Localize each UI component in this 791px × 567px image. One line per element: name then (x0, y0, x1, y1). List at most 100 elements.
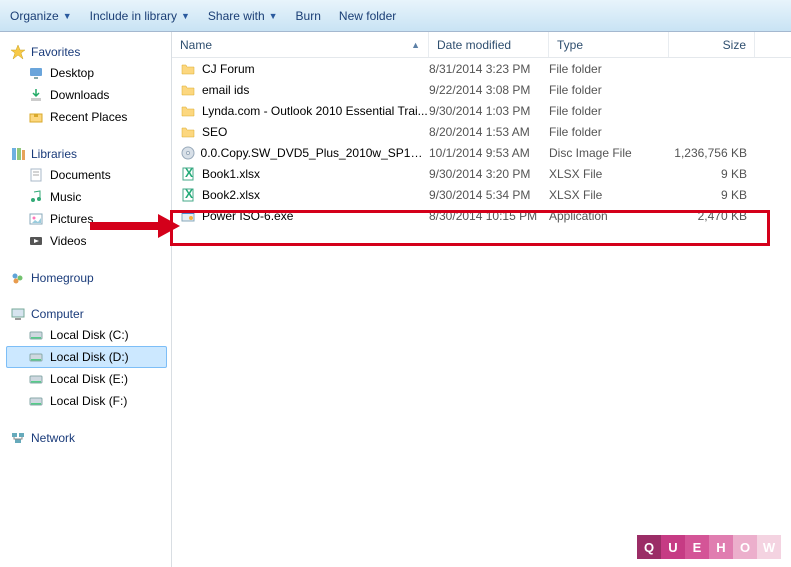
file-type: Application (549, 209, 669, 223)
sidebar-item-recent-places[interactable]: Recent Places (6, 106, 167, 128)
col-label: Name (180, 38, 212, 52)
new-folder-button[interactable]: New folder (339, 9, 396, 23)
file-row[interactable]: XBook2.xlsx9/30/2014 5:34 PMXLSX File9 K… (172, 184, 791, 205)
homegroup-header[interactable]: Homegroup (6, 268, 167, 288)
file-name: Book1.xlsx (202, 167, 260, 181)
file-name: CJ Forum (202, 62, 255, 76)
wm-letter: U (661, 535, 685, 559)
file-list-pane: Name▲ Date modified Type Size CJ Forum8/… (172, 32, 791, 567)
favorites-label: Favorites (31, 45, 80, 59)
sidebar-item-downloads[interactable]: Downloads (6, 84, 167, 106)
svg-text:X: X (185, 187, 193, 201)
file-type: File folder (549, 62, 669, 76)
file-row[interactable]: 0.0.Copy.SW_DVD5_Plus_2010w_SP1_W32...10… (172, 142, 791, 163)
item-label: Documents (50, 166, 111, 184)
desktop-icon (28, 65, 44, 81)
file-row[interactable]: email ids9/22/2014 3:08 PMFile folder (172, 79, 791, 100)
drive-icon (28, 327, 44, 343)
iso-icon (180, 145, 195, 161)
wm-letter: O (733, 535, 757, 559)
computer-header[interactable]: Computer (6, 304, 167, 324)
svg-text:X: X (185, 166, 193, 180)
file-date: 10/1/2014 9:53 AM (429, 146, 549, 160)
organize-label: Organize (10, 9, 59, 23)
column-date[interactable]: Date modified (429, 32, 549, 57)
organize-button[interactable]: Organize▼ (10, 9, 72, 23)
network-icon (10, 430, 26, 446)
share-label: Share with (208, 9, 265, 23)
column-headers: Name▲ Date modified Type Size (172, 32, 791, 58)
sidebar-item-disk-d[interactable]: Local Disk (D:) (6, 346, 167, 368)
libraries-icon (10, 146, 26, 162)
file-date: 8/30/2014 10:15 PM (429, 209, 549, 223)
network-header[interactable]: Network (6, 428, 167, 448)
computer-label: Computer (31, 307, 84, 321)
file-row[interactable]: Lynda.com - Outlook 2010 Essential Trai.… (172, 100, 791, 121)
column-name[interactable]: Name▲ (172, 32, 429, 57)
sidebar-item-disk-f[interactable]: Local Disk (F:) (6, 390, 167, 412)
col-label: Type (557, 38, 583, 52)
item-label: Pictures (50, 210, 93, 228)
burn-label: Burn (296, 9, 321, 23)
file-date: 9/30/2014 1:03 PM (429, 104, 549, 118)
item-label: Desktop (50, 64, 94, 82)
item-label: Downloads (50, 86, 109, 104)
file-size: 9 KB (669, 167, 755, 181)
xlsx-icon: X (180, 166, 196, 182)
file-name: SEO (202, 125, 227, 139)
item-label: Local Disk (F:) (50, 392, 127, 410)
column-size[interactable]: Size (669, 32, 755, 57)
computer-icon (10, 306, 26, 322)
burn-button[interactable]: Burn (296, 9, 321, 23)
file-row[interactable]: XBook1.xlsx9/30/2014 3:20 PMXLSX File9 K… (172, 163, 791, 184)
sidebar-item-documents[interactable]: Documents (6, 164, 167, 186)
wm-letter: H (709, 535, 733, 559)
downloads-icon (28, 87, 44, 103)
sidebar-item-disk-c[interactable]: Local Disk (C:) (6, 324, 167, 346)
watermark: Q U E H O W (637, 535, 781, 559)
include-in-library-button[interactable]: Include in library▼ (90, 9, 190, 23)
chevron-down-icon: ▼ (269, 11, 278, 21)
share-with-button[interactable]: Share with ▼ (208, 9, 278, 23)
file-type: Disc Image File (549, 146, 669, 160)
item-label: Music (50, 188, 81, 206)
wm-letter: E (685, 535, 709, 559)
item-label: Local Disk (D:) (50, 348, 129, 366)
sidebar-item-desktop[interactable]: Desktop (6, 62, 167, 84)
sidebar-item-pictures[interactable]: Pictures (6, 208, 167, 230)
wm-letter: Q (637, 535, 661, 559)
file-name: 0.0.Copy.SW_DVD5_Plus_2010w_SP1_W32... (201, 146, 429, 160)
file-date: 8/20/2014 1:53 AM (429, 125, 549, 139)
favorites-header[interactable]: Favorites (6, 42, 167, 62)
column-type[interactable]: Type (549, 32, 669, 57)
videos-icon (28, 233, 44, 249)
toolbar: Organize▼ Include in library▼ Share with… (0, 0, 791, 32)
sidebar-item-music[interactable]: Music (6, 186, 167, 208)
sidebar-item-disk-e[interactable]: Local Disk (E:) (6, 368, 167, 390)
file-row[interactable]: Power ISO-6.exe 8/30/2014 10:15 PMApplica… (172, 205, 791, 226)
file-row[interactable]: SEO 8/20/2014 1:53 AMFile folder (172, 121, 791, 142)
wm-letter: W (757, 535, 781, 559)
sidebar-item-videos[interactable]: Videos (6, 230, 167, 252)
file-date: 9/22/2014 3:08 PM (429, 83, 549, 97)
file-type: File folder (549, 83, 669, 97)
file-name: Lynda.com - Outlook 2010 Essential Trai.… (202, 104, 428, 118)
file-row[interactable]: CJ Forum8/31/2014 3:23 PMFile folder (172, 58, 791, 79)
drive-icon (28, 393, 44, 409)
col-label: Date modified (437, 38, 511, 52)
nav-sidebar: Favorites Desktop Downloads Recent Place… (0, 32, 172, 567)
include-label: Include in library (90, 9, 177, 23)
folder-icon (180, 61, 196, 77)
file-type: File folder (549, 125, 669, 139)
newfolder-label: New folder (339, 9, 396, 23)
libraries-header[interactable]: Libraries (6, 144, 167, 164)
item-label: Recent Places (50, 108, 127, 126)
file-size: 9 KB (669, 188, 755, 202)
drive-icon (28, 349, 44, 365)
file-name: Power ISO-6.exe (202, 209, 293, 223)
file-size: 2,470 KB (669, 209, 755, 223)
recent-icon (28, 109, 44, 125)
documents-icon (28, 167, 44, 183)
file-date: 9/30/2014 5:34 PM (429, 188, 549, 202)
item-label: Local Disk (C:) (50, 326, 129, 344)
